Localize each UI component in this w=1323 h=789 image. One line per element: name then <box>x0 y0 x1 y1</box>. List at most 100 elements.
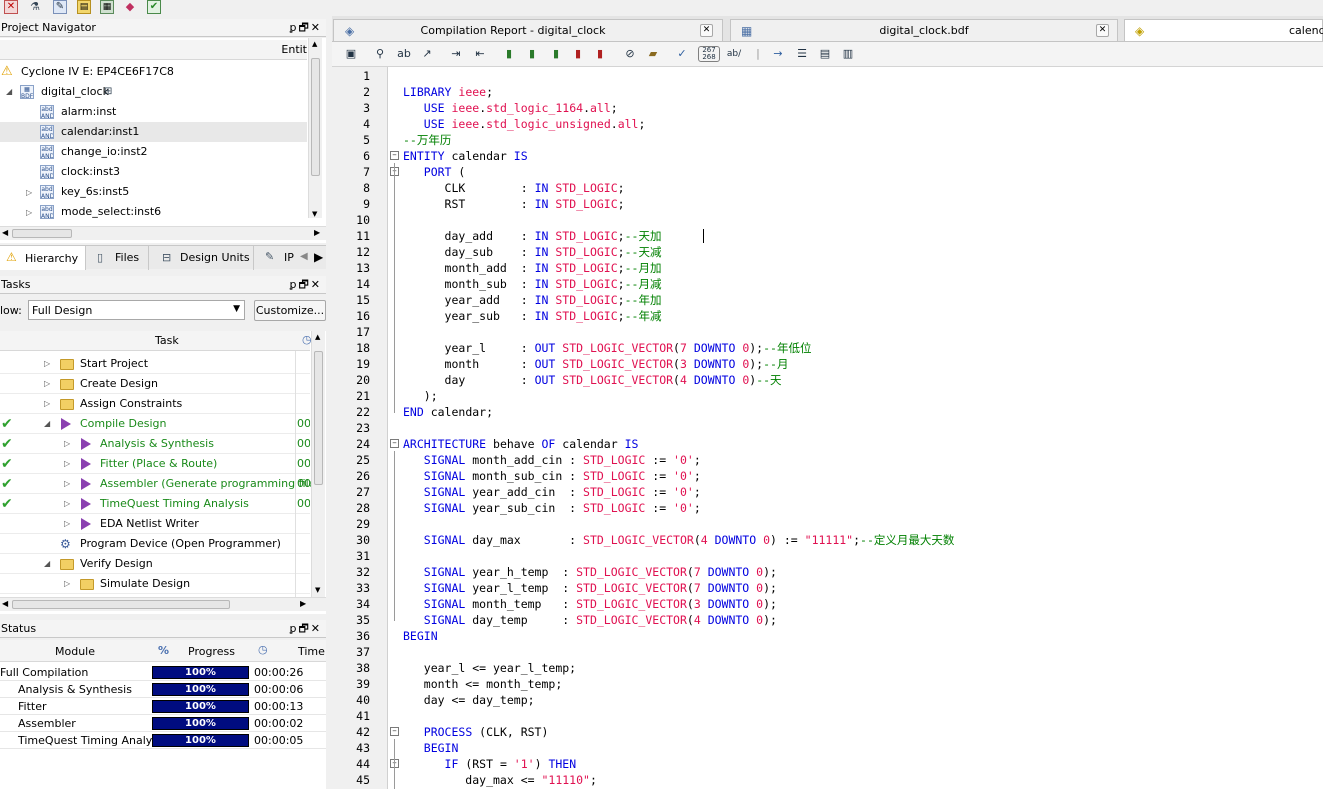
code-line[interactable]: ); <box>403 388 438 404</box>
fold-toggle-icon[interactable]: – <box>390 151 399 160</box>
stop-icon[interactable]: ✕ <box>4 0 18 14</box>
navigator-vscroll[interactable]: ▲ ▼ <box>308 38 322 218</box>
tab-calendar-vhd[interactable]: ◈ calenda <box>1124 19 1323 41</box>
code-line[interactable]: day : OUT STD_LOGIC_VECTOR(4 DOWNTO 0)--… <box>403 372 782 388</box>
task-row[interactable]: ✔ ▷ Analysis & Synthesis 00 <box>0 434 310 454</box>
expand-icon[interactable]: ▥ <box>840 46 856 62</box>
hierarchy-item[interactable]: ▷ abd AND key_6s:inst5 <box>0 182 307 202</box>
tab-scroll-right-icon[interactable]: ▶ <box>314 250 323 264</box>
time-column-label[interactable]: Time <box>298 645 325 658</box>
code-line[interactable]: ENTITY calendar IS <box>403 148 528 164</box>
code-line[interactable]: SIGNAL month_temp : STD_LOGIC_VECTOR(3 D… <box>403 596 777 612</box>
expand-triangle-icon[interactable]: ▷ <box>44 394 50 414</box>
prev-bookmark-icon[interactable]: ▮ <box>548 46 564 62</box>
scroll-right-icon[interactable]: ▶ <box>314 228 320 237</box>
code-line[interactable]: SIGNAL month_sub_cin : STD_LOGIC := '0'; <box>403 468 701 484</box>
code-line[interactable]: SIGNAL day_max : STD_LOGIC_VECTOR(4 DOWN… <box>403 532 955 548</box>
code-line[interactable]: BEGIN <box>403 628 438 644</box>
tab-hierarchy[interactable]: ⚠ Hierarchy <box>0 246 86 270</box>
panel-controls[interactable]: ꝑ🗗✕ <box>289 19 322 37</box>
panel-controls[interactable]: ꝑ🗗✕ <box>289 620 322 638</box>
scroll-left-icon[interactable]: ◀ <box>2 599 8 608</box>
unindent-icon[interactable]: ⇤ <box>472 46 488 62</box>
outline-icon[interactable]: ☰ <box>794 46 810 62</box>
entity-column-label[interactable]: Entit <box>281 43 307 56</box>
line-numbers-icon[interactable]: 267 268 <box>698 46 720 62</box>
code-line[interactable]: SIGNAL day_temp : STD_LOGIC_VECTOR(4 DOW… <box>403 612 777 628</box>
module-column-label[interactable]: Module <box>55 645 95 658</box>
programmer-icon[interactable]: ◆ <box>123 0 137 14</box>
scroll-left-icon[interactable]: ◀ <box>2 228 8 237</box>
code-line[interactable]: year_add : IN STD_LOGIC;--年加 <box>403 292 662 308</box>
expand-triangle-icon[interactable]: ▷ <box>64 514 70 534</box>
code-line[interactable]: day_add : IN STD_LOGIC;--天加 <box>403 228 662 244</box>
navigator-hscroll-thumb[interactable] <box>12 229 72 238</box>
code-line[interactable]: LIBRARY ieee; <box>403 84 500 100</box>
task-row[interactable]: ▷ Create Design <box>0 374 310 394</box>
expand-triangle-icon[interactable]: ▷ <box>64 494 70 514</box>
code-line[interactable]: SIGNAL year_h_temp : STD_LOGIC_VECTOR(7 … <box>403 564 777 580</box>
code-line[interactable]: SIGNAL year_sub_cin : STD_LOGIC := '0'; <box>403 500 701 516</box>
hierarchy-item[interactable]: abd AND clock:inst3 <box>0 162 307 182</box>
task-row[interactable]: ▷ Start Project <box>0 354 310 374</box>
code-line[interactable]: RST : IN STD_LOGIC; <box>403 196 625 212</box>
top-entity-row[interactable]: ◢ ▦ BDF digital_clock ⊞ <box>0 82 307 102</box>
hierarchy-item[interactable]: ▷ abd AND mode_select:inst6 <box>0 202 307 222</box>
tab-digital-clock-bdf[interactable]: ▦ digital_clock.bdf ✕ <box>730 19 1118 41</box>
tab-files[interactable]: ▯ Files <box>87 246 149 270</box>
scroll-down-icon[interactable]: ▼ <box>312 210 317 218</box>
code-line[interactable]: PORT ( <box>403 164 466 180</box>
code-line[interactable]: PROCESS (CLK, RST) <box>403 724 549 740</box>
close-icon[interactable]: ✕ <box>1096 24 1109 37</box>
expand-triangle-icon[interactable]: ◢ <box>44 414 50 434</box>
analyze-icon[interactable]: ⚗ <box>28 0 42 14</box>
expand-triangle-icon[interactable]: ▷ <box>64 434 70 454</box>
expand-triangle-icon[interactable]: ▷ <box>64 474 70 494</box>
code-line[interactable]: SIGNAL year_add_cin : STD_LOGIC := '0'; <box>403 484 701 500</box>
code-line[interactable]: day_max <= "11110"; <box>403 772 597 788</box>
code-line[interactable]: month_sub : IN STD_LOGIC;--月减 <box>403 276 662 292</box>
next-bookmark-icon[interactable]: ▮ <box>524 46 540 62</box>
insert-template-icon[interactable]: ▣ <box>343 46 359 62</box>
scroll-down-icon[interactable]: ▼ <box>315 586 320 594</box>
insert-arrow-icon[interactable]: → <box>770 46 786 62</box>
expand-triangle-icon[interactable]: ▷ <box>26 203 32 223</box>
tab-design-units[interactable]: ⊟ Design Units <box>150 246 254 270</box>
hierarchy-item[interactable]: abd AND calendar:inst1 <box>0 122 307 142</box>
collapse-triangle-icon[interactable]: ◢ <box>6 82 12 102</box>
task-row[interactable]: ▷ EDA Netlist Writer <box>0 514 310 534</box>
code-line[interactable]: BEGIN <box>403 740 459 756</box>
close-icon[interactable]: ✕ <box>700 24 713 37</box>
task-row[interactable]: ⚙ Program Device (Open Programmer) <box>0 534 310 554</box>
remove-bookmark-icon[interactable]: ▮ <box>570 46 586 62</box>
indent-icon[interactable]: ⇥ <box>448 46 464 62</box>
task-row[interactable]: ✔ ▷ Assembler (Generate programming files)… <box>0 474 325 494</box>
tasks-hscroll[interactable]: ◀ ▶ <box>0 597 326 611</box>
scroll-up-icon[interactable]: ▲ <box>315 333 320 341</box>
clear-bookmarks-icon[interactable]: ▮ <box>592 46 608 62</box>
task-row[interactable]: ✔ ◢ Compile Design 00 <box>0 414 310 434</box>
navigator-hscroll[interactable]: ◀ ▶ <box>0 226 326 240</box>
word-wrap-icon[interactable]: ab/ <box>726 46 742 62</box>
task-row[interactable]: ◢ Verify Design <box>0 554 310 574</box>
code-line[interactable]: USE ieee.std_logic_unsigned.all; <box>403 116 646 132</box>
tasks-vscroll[interactable]: ▲ ▼ <box>311 331 325 597</box>
device-row[interactable]: ⚠ Cyclone IV E: EP4CE6F17C8 <box>0 62 307 82</box>
code-editor[interactable]: 1 2 LIBRARY ieee; 3 USE ieee.std_logic_116… <box>332 67 1323 789</box>
expand-triangle-icon[interactable]: ▷ <box>64 454 70 474</box>
hierarchy-item[interactable]: abd AND change_io:inst2 <box>0 142 307 162</box>
find-replace-icon[interactable]: ab <box>396 46 412 62</box>
find-icon[interactable]: ⚲ <box>372 46 388 62</box>
code-line[interactable]: year_l : OUT STD_LOGIC_VECTOR(7 DOWNTO 0… <box>403 340 812 356</box>
fold-toggle-icon[interactable]: – <box>390 439 399 448</box>
edit-icon[interactable]: ✎ <box>53 0 67 14</box>
task-row[interactable]: ▷ Assign Constraints <box>0 394 310 414</box>
code-line[interactable]: day <= day_temp; <box>403 692 535 708</box>
goto-line-icon[interactable]: ↗ <box>419 46 435 62</box>
tab-ip[interactable]: ✎ IP <box>255 246 299 270</box>
code-line[interactable]: USE ieee.std_logic_1164.all; <box>403 100 618 116</box>
code-line[interactable]: SIGNAL month_add_cin : STD_LOGIC := '0'; <box>403 452 701 468</box>
code-line[interactable]: year_sub : IN STD_LOGIC;--年减 <box>403 308 662 324</box>
expand-triangle-icon[interactable]: ▷ <box>44 374 50 394</box>
code-line[interactable]: month_add : IN STD_LOGIC;--月加 <box>403 260 662 276</box>
